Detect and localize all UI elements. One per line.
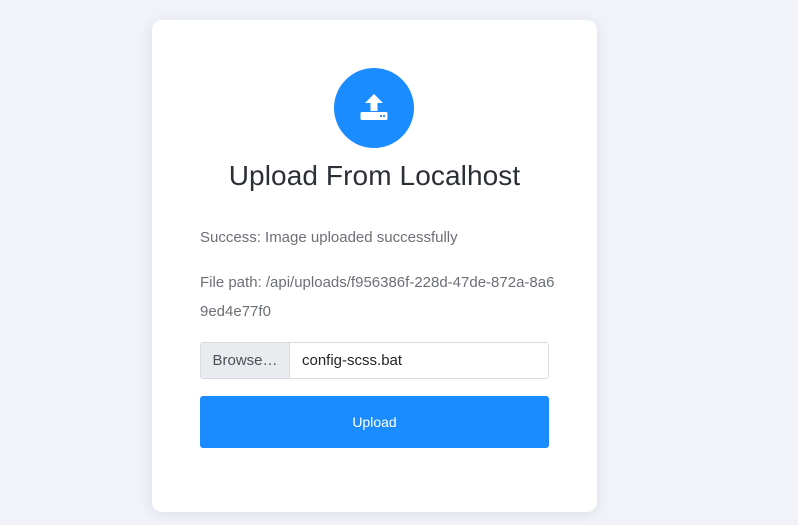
upload-icon: [360, 94, 388, 120]
upload-card: Upload From Localhost Success: Image upl…: [152, 20, 597, 512]
file-path-text: File path: /api/uploads/f956386f-228d-47…: [200, 274, 555, 320]
upload-icon-circle: [334, 68, 414, 148]
file-name-field[interactable]: config-scss.bat: [290, 343, 548, 378]
page-title: Upload From Localhost: [228, 160, 521, 191]
file-input-group[interactable]: Browse… config-scss.bat: [200, 342, 549, 379]
browse-button[interactable]: Browse…: [201, 343, 290, 378]
success-message: Success: Image uploaded successfully: [200, 229, 458, 246]
upload-button[interactable]: Upload: [200, 396, 549, 448]
